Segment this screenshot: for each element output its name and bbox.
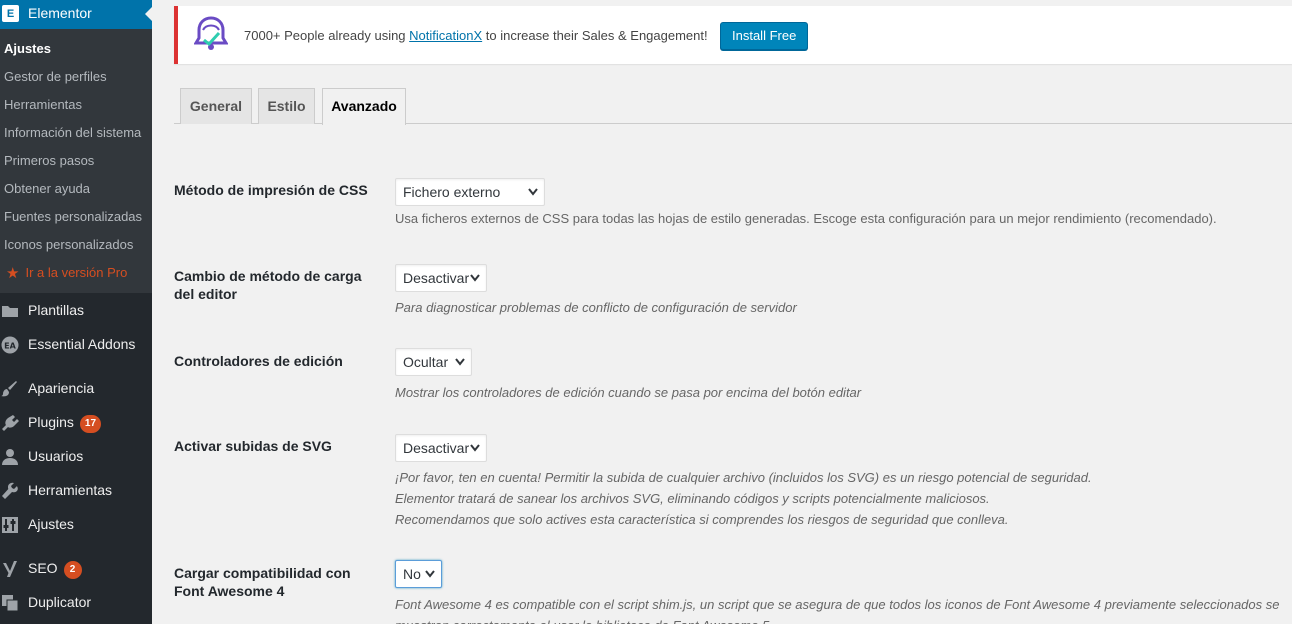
submenu-item-ajustes[interactable]: Ajustes xyxy=(0,35,152,63)
submenu-item-fuentes-personalizadas[interactable]: Fuentes personalizadas xyxy=(0,203,152,231)
plugins-label: Plugins xyxy=(28,414,74,430)
settings-icon xyxy=(0,515,20,535)
chevron-down-icon xyxy=(470,274,480,282)
chevron-down-icon xyxy=(470,444,480,452)
sidebar-item-label: Essential Addons xyxy=(28,336,136,352)
notificationx-link[interactable]: NotificationX xyxy=(409,28,482,43)
sidebar-item-plugins[interactable]: Plugins 17 xyxy=(0,405,152,439)
sidebar-item-label: Usuarios xyxy=(28,448,84,464)
sidebar-item-label: Plugins 17 xyxy=(28,414,102,433)
notice-text: 7000+ People already using xyxy=(244,28,410,43)
sidebar-item-herramientas[interactable]: Herramientas xyxy=(0,473,152,507)
select-value: No xyxy=(403,566,421,582)
plugin-icon xyxy=(0,413,20,433)
sidebar-item-duplicator[interactable]: Duplicator xyxy=(0,585,152,619)
submenu-item-primeros-pasos[interactable]: Primeros pasos xyxy=(0,147,152,175)
tab-estilo[interactable]: Estilo xyxy=(258,88,315,124)
wrench-icon xyxy=(0,481,20,501)
setting-description-line: Elementor tratará de sanear los archivos… xyxy=(395,491,990,506)
go-pro-label: Ir a la versión Pro xyxy=(25,265,128,280)
notice-text-end: to increase their Sales & Engagement! xyxy=(482,28,708,43)
select-value: Ocultar xyxy=(403,354,449,370)
sidebar-item-label: Elementor xyxy=(28,5,92,21)
sidebar-item-essential-addons[interactable]: EA Essential Addons xyxy=(0,327,152,361)
folder-icon xyxy=(0,301,20,321)
current-menu-arrow xyxy=(145,6,152,22)
submenu-item-gestor-perfiles[interactable]: Gestor de perfiles xyxy=(0,63,152,91)
notificationx-logo-icon xyxy=(193,16,229,52)
setting-description-line: muestran correctamente al usar la biblio… xyxy=(395,615,773,624)
tab-general[interactable]: General xyxy=(180,88,252,124)
font-awesome-4-select[interactable]: No xyxy=(395,560,442,588)
chevron-down-icon xyxy=(528,188,538,196)
plugins-update-badge: 17 xyxy=(79,415,102,433)
submenu-item-iconos-personalizados[interactable]: Iconos personalizados xyxy=(0,231,152,259)
duplicator-icon xyxy=(0,593,20,613)
editing-handles-select[interactable]: Ocultar xyxy=(395,348,472,376)
settings-tabs: General Estilo Avanzado xyxy=(174,88,1292,125)
submenu-item-informacion-sistema[interactable]: Información del sistema xyxy=(0,119,152,147)
menu-separator xyxy=(0,361,152,371)
select-value: Desactivar xyxy=(403,440,470,456)
css-print-method-select[interactable]: Fichero externo xyxy=(395,178,545,206)
elementor-icon: E xyxy=(2,5,19,22)
seo-notification-badge: 2 xyxy=(63,561,82,579)
seo-label: SEO xyxy=(28,560,58,576)
setting-description-line: Font Awesome 4 es compatible con el scri… xyxy=(395,597,1280,612)
chevron-down-icon xyxy=(455,358,465,366)
yoast-icon xyxy=(0,559,20,579)
user-icon xyxy=(0,447,20,467)
admin-sidebar: E Elementor Ajustes Gestor de perfiles H… xyxy=(0,0,152,624)
sidebar-item-apariencia[interactable]: Apariencia xyxy=(0,371,152,405)
setting-label-editor-loader: Cambio de método de carga del editor xyxy=(174,268,362,302)
menu-separator xyxy=(0,541,152,551)
submenu-item-obtener-ayuda[interactable]: Obtener ayuda xyxy=(0,175,152,203)
paintbrush-icon xyxy=(0,379,20,399)
sidebar-item-label: SEO 2 xyxy=(28,560,82,579)
elementor-submenu: Ajustes Gestor de perfiles Herramientas … xyxy=(0,29,152,293)
setting-label-svg-uploads: Activar subidas de SVG xyxy=(174,438,332,454)
notificationx-notice: 7000+ People already using NotificationX… xyxy=(174,6,1292,64)
notice-message: 7000+ People already using NotificationX… xyxy=(244,28,708,43)
sidebar-item-usuarios[interactable]: Usuarios xyxy=(0,439,152,473)
submenu-item-herramientas[interactable]: Herramientas xyxy=(0,91,152,119)
essential-addons-icon: EA xyxy=(0,335,20,355)
select-value: Desactivar xyxy=(403,270,470,286)
submenu-item-go-pro[interactable]: ★ Ir a la versión Pro xyxy=(0,259,152,287)
sidebar-item-label: Ajustes xyxy=(28,516,74,532)
install-free-button[interactable]: Install Free xyxy=(720,22,809,50)
setting-description: Mostrar los controladores de edición cua… xyxy=(395,385,862,400)
editor-loader-select[interactable]: Desactivar xyxy=(395,264,487,292)
setting-description: Usa ficheros externos de CSS para todas … xyxy=(395,211,1217,226)
star-icon: ★ xyxy=(6,264,20,282)
sidebar-item-elementor[interactable]: E Elementor xyxy=(0,0,152,29)
sidebar-item-label: Apariencia xyxy=(28,380,95,396)
svg-text:EA: EA xyxy=(4,342,16,351)
setting-description: Para diagnosticar problemas de conflicto… xyxy=(395,300,797,315)
tab-avanzado[interactable]: Avanzado xyxy=(322,88,406,125)
sidebar-item-seo[interactable]: SEO 2 xyxy=(0,551,152,585)
setting-description-line: ¡Por favor, ten en cuenta! Permitir la s… xyxy=(395,470,1092,485)
select-value: Fichero externo xyxy=(403,184,501,200)
sidebar-item-plantillas[interactable]: Plantillas xyxy=(0,293,152,327)
svg-uploads-select[interactable]: Desactivar xyxy=(395,434,487,462)
sidebar-item-ajustes[interactable]: Ajustes xyxy=(0,507,152,541)
chevron-down-icon xyxy=(425,570,435,578)
setting-label-editing-handles: Controladores de edición xyxy=(174,353,343,369)
setting-label-font-awesome-4: Cargar compatibilidad con Font Awesome 4 xyxy=(174,565,351,599)
sidebar-item-label: Duplicator xyxy=(28,594,92,610)
setting-description-line: Recomendamos que solo actives esta carac… xyxy=(395,512,1009,527)
sidebar-item-label: Herramientas xyxy=(28,482,113,498)
setting-label-css-print-method: Método de impresión de CSS xyxy=(174,182,368,198)
sidebar-item-label: Plantillas xyxy=(28,302,85,318)
